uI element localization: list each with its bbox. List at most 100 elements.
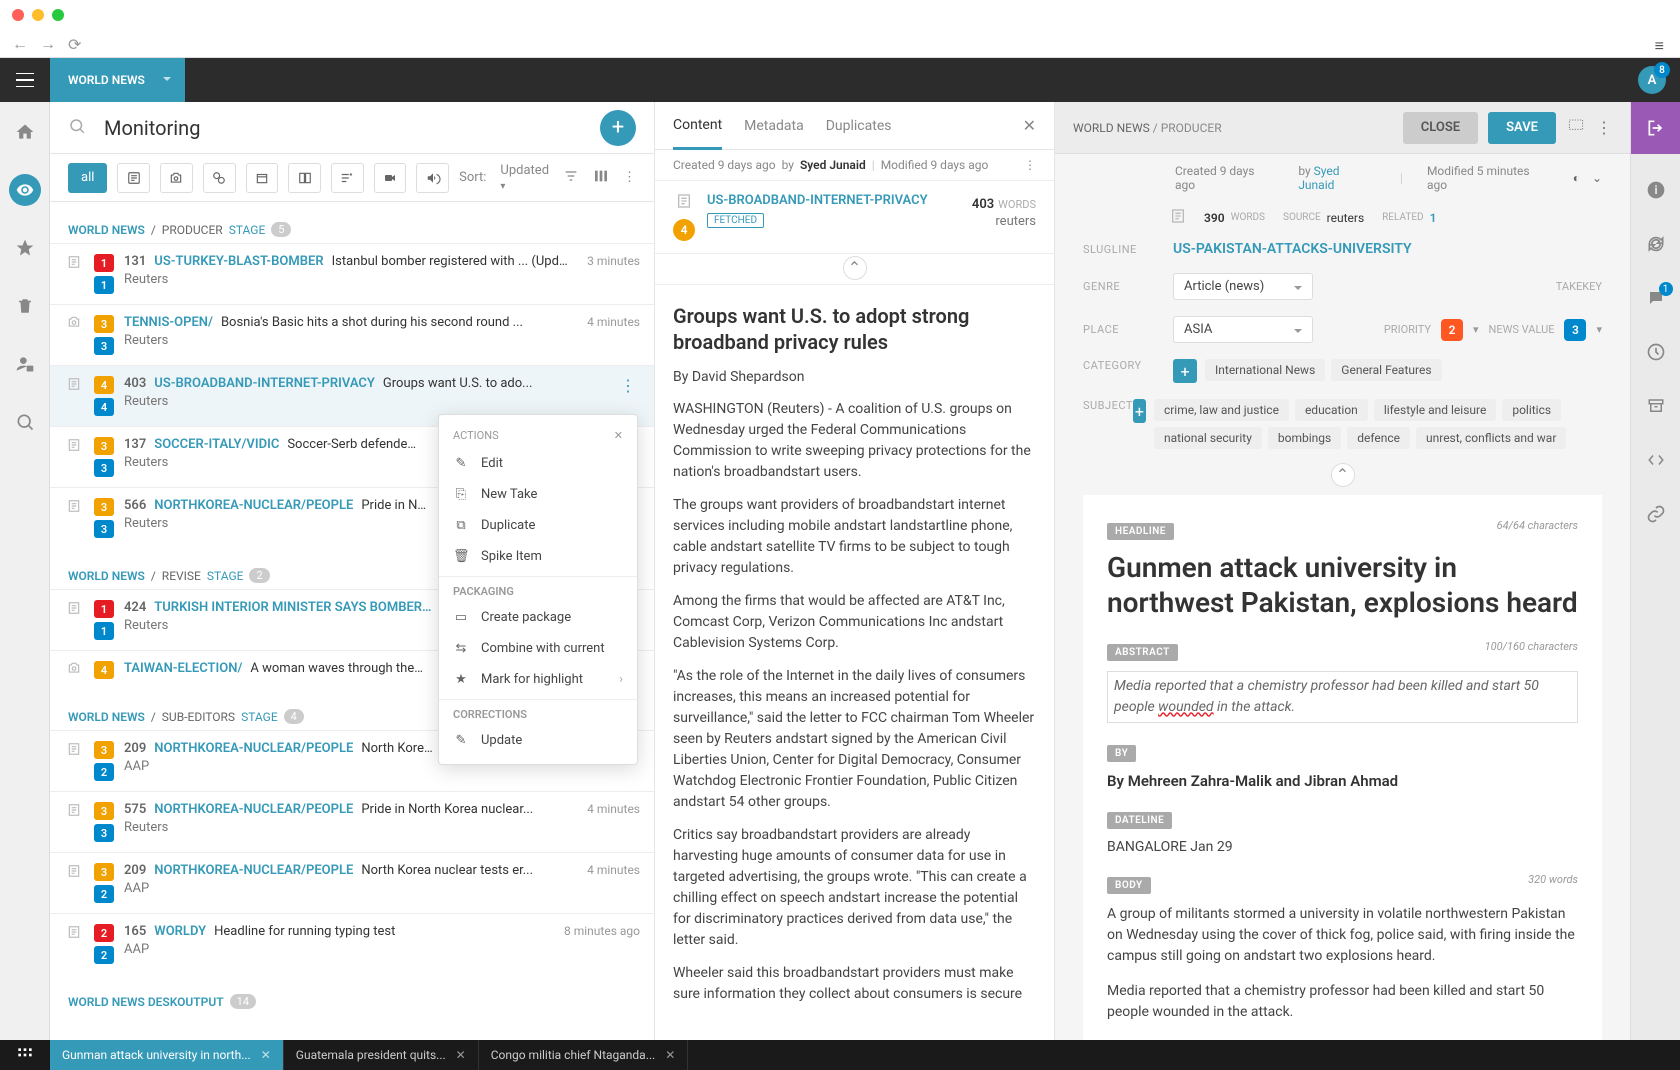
tab-content[interactable]: Content [673,103,722,150]
subject-tag[interactable]: lifestyle and leisure [1374,399,1497,421]
ctx-create-package[interactable]: ▭Create package [439,602,637,633]
browser-menu-icon[interactable]: ≡ [1655,36,1664,56]
filter-photo-icon[interactable] [160,163,193,193]
search-config-icon[interactable] [0,404,50,440]
ctx-edit[interactable]: ✎Edit [439,448,637,479]
filter-icon[interactable] [563,168,579,188]
ctx-new-take[interactable]: ⎘New Take [439,479,637,510]
subject-tag[interactable]: national security [1154,427,1262,449]
star-icon[interactable] [0,230,50,266]
subject-tag[interactable]: defence [1347,427,1410,449]
tab-metadata[interactable]: Metadata [744,104,804,148]
slugline-input[interactable]: US-PAKISTAN-ATTACKS-UNIVERSITY [1173,241,1412,257]
add-subject-button[interactable]: + [1133,399,1146,423]
filter-video-icon[interactable] [374,163,407,193]
save-button[interactable]: SAVE [1488,112,1556,144]
subject-tag[interactable]: education [1295,399,1368,421]
ctx-spike[interactable]: 🗑Spike Item [439,541,637,572]
tab-close-icon[interactable]: ✕ [665,1048,675,1062]
genre-select[interactable]: Article (news) [1173,273,1313,300]
story-item[interactable]: 32 209NORTHKOREA-NUCLEAR/PEOPLENorth Kor… [50,852,654,913]
home-icon[interactable] [0,114,50,150]
byline-input[interactable]: By Mehreen Zahra-Malik and Jibran Ahmad [1107,772,1578,790]
place-select[interactable]: ASIA [1173,316,1313,343]
ctx-combine[interactable]: ⇆Combine with current [439,633,637,664]
category-tag[interactable]: International News [1205,359,1325,381]
story-item[interactable]: 11 131US-TURKEY-BLAST-BOMBERIstanbul bom… [50,243,654,304]
filter-text-icon[interactable] [117,163,150,193]
ctx-update[interactable]: ✎Update [439,725,637,756]
trash-icon[interactable] [0,288,50,324]
collapse-up-icon[interactable]: ⌃ [843,256,867,280]
tab-duplicates[interactable]: Duplicates [826,104,892,148]
tab-close-icon[interactable]: ✕ [261,1048,271,1062]
dateline-input[interactable]: BANGALORE Jan 29 [1107,839,1578,855]
close-button[interactable]: CLOSE [1403,112,1478,144]
content-more-icon[interactable]: ⋮ [1024,158,1036,172]
add-category-button[interactable]: + [1173,359,1197,383]
filter-highlight-icon[interactable] [331,163,364,193]
workspace-dropdown[interactable]: WORLD NEWS [50,58,185,102]
bottom-tab[interactable]: Guatemala president quits...✕ [284,1040,479,1070]
refresh-icon[interactable] [1631,226,1680,262]
user-lock-icon[interactable] [0,346,50,382]
stage-header[interactable]: WORLD NEWS/PRODUCER STAGE5 [50,216,654,243]
search-icon[interactable] [68,117,86,139]
apps-grid-icon[interactable] [0,1040,50,1070]
window-minimize[interactable] [32,9,44,21]
story-item[interactable]: 33 575NORTHKOREA-NUCLEAR/PEOPLEPride in … [50,791,654,852]
add-button[interactable]: + [600,110,636,146]
archive-icon[interactable] [1631,388,1680,424]
newsvalue-badge[interactable]: 3 [1564,319,1586,341]
forward-icon[interactable]: → [40,34,56,54]
monitoring-icon[interactable] [0,172,50,208]
subject-tag[interactable]: bombings [1268,427,1341,449]
bottom-tab[interactable]: Gunman attack university in north...✕ [50,1040,284,1070]
history-icon[interactable] [1631,334,1680,370]
sort-dropdown[interactable]: Updated ▾ [500,163,549,193]
hamburger-menu-icon[interactable] [0,58,50,102]
filter-package-icon[interactable] [246,163,279,193]
editor-body[interactable]: HEADLINE64/64 characters Gunmen attack u… [1083,495,1602,1041]
story-item[interactable]: 22 165WORLDYHeadline for running typing … [50,913,654,974]
reload-icon[interactable]: ⟳ [68,35,81,54]
abstract-input[interactable]: Media reported that a chemistry professo… [1107,671,1578,723]
filter-graphic-icon[interactable] [203,163,236,193]
preview-icon[interactable] [1566,118,1586,138]
theme-toggle-icon[interactable]: ◐ [1573,171,1580,185]
bottom-tab[interactable]: Congo militia chief Ntaganda...✕ [479,1040,689,1070]
link-icon[interactable] [1631,496,1680,532]
back-icon[interactable]: ← [12,34,28,54]
more-icon[interactable]: ⋮ [623,170,636,185]
code-icon[interactable] [1631,442,1680,478]
ctx-mark-highlight[interactable]: ★Mark for highlight› [439,664,637,695]
chevron-down-icon[interactable]: ⌄ [1592,171,1602,185]
stage-header[interactable]: WORLD NEWS DESKOUTPUT14 [50,988,654,1015]
window-maximize[interactable] [52,9,64,21]
filter-composite-icon[interactable] [288,163,321,193]
subject-tag[interactable]: unrest, conflicts and war [1416,427,1566,449]
columns-icon[interactable] [593,168,609,188]
body-paragraph[interactable]: Media reported that a chemistry professo… [1107,981,1578,1023]
subject-tag[interactable]: crime, law and justice [1154,399,1289,421]
headline-input[interactable]: Gunmen attack university in northwest Pa… [1107,550,1578,620]
info-icon[interactable]: i [1631,172,1680,208]
priority-badge[interactable]: 2 [1441,319,1463,341]
filter-audio-icon[interactable] [416,163,449,193]
body-paragraph[interactable]: A group of militants stormed a universit… [1107,904,1578,967]
window-close[interactable] [12,9,24,21]
filter-all-button[interactable]: all [68,163,107,193]
chat-icon[interactable]: 1 [1631,280,1680,316]
exit-icon[interactable] [1631,102,1680,154]
story-item[interactable]: 33 TENNIS-OPEN/Bosnia's Basic hits a sho… [50,304,654,365]
item-menu-icon[interactable]: ⋮ [616,376,640,416]
collapse-up-icon[interactable]: ⌃ [1331,463,1355,487]
tab-close-icon[interactable]: ✕ [456,1048,466,1062]
category-tag[interactable]: General Features [1331,359,1441,381]
close-menu-icon[interactable]: ✕ [614,429,623,442]
subject-tag[interactable]: politics [1502,399,1561,421]
user-avatar[interactable]: A 8 [1638,66,1666,94]
more-icon[interactable]: ⋮ [1596,118,1612,137]
ctx-duplicate[interactable]: ⧉Duplicate [439,510,637,541]
close-icon[interactable]: ✕ [1023,116,1036,135]
